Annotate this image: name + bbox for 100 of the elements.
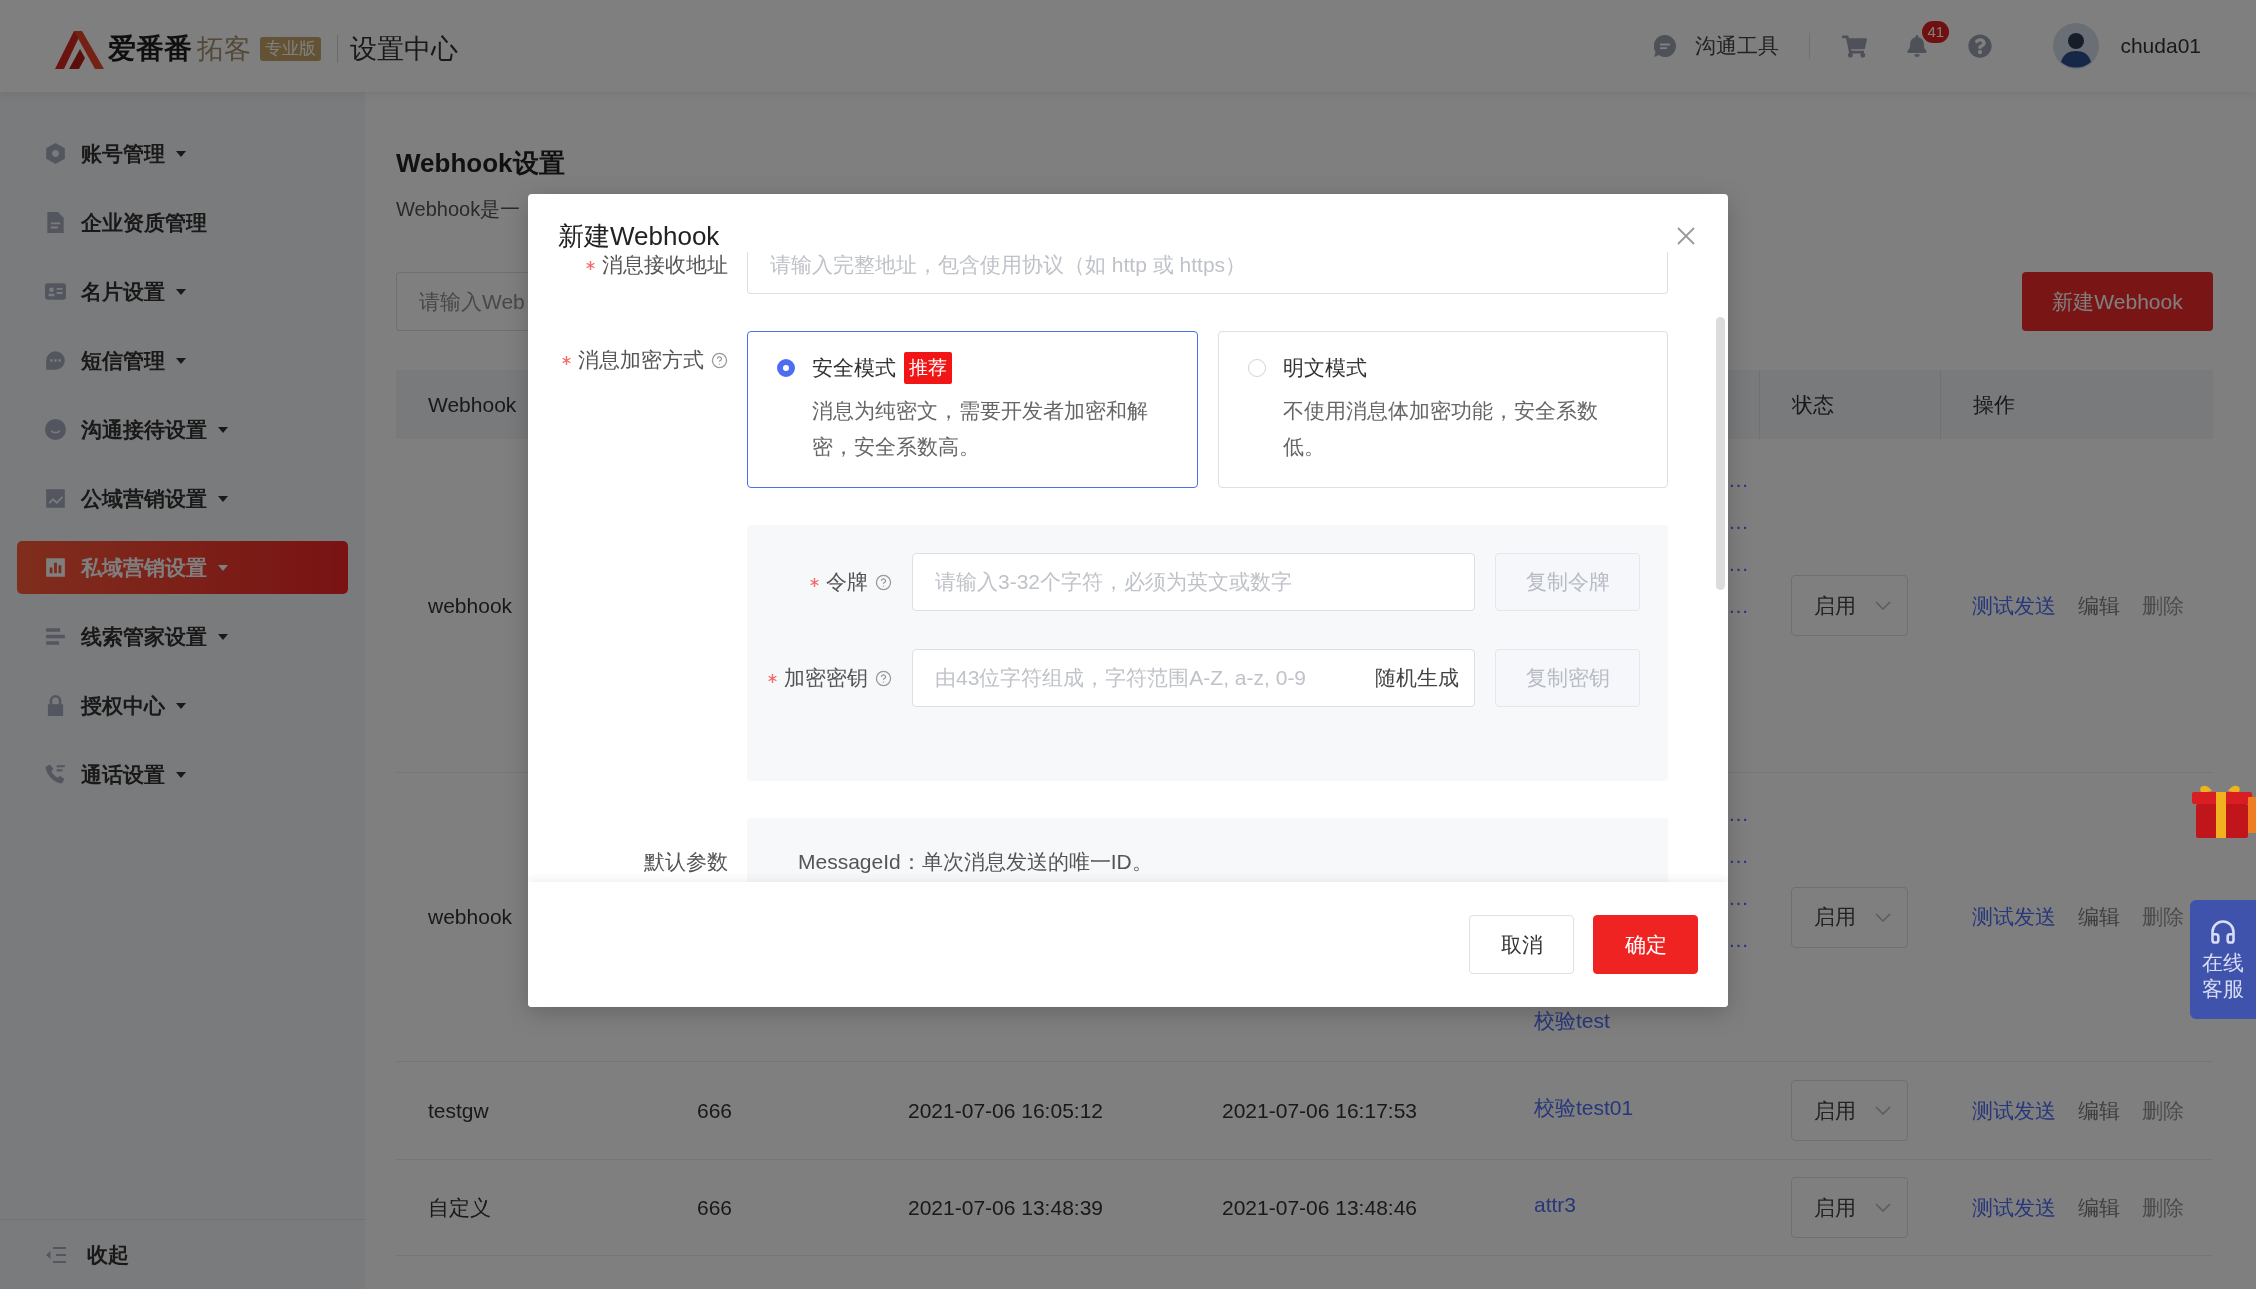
status-select[interactable]: 启用 [1791,886,1908,948]
table-cell: 666 [697,1195,733,1220]
column-header: Webhook [428,392,517,417]
table-link[interactable]: 校验test [1534,1007,1610,1035]
notification-badge: 41 [1922,21,1950,43]
bell-icon[interactable] [1906,35,1929,57]
new-webhook-button[interactable]: 新建Webhook [2022,272,2213,331]
table-cell: webhook [428,905,513,929]
page-title: Webhook设置 [396,148,565,178]
option-title: 明文模式 [1282,355,1367,381]
sidebar-item[interactable]: 公域营销设置 [17,472,348,525]
random-generate-link[interactable]: 随机生成 [1375,664,1459,692]
table-cell: 666 [697,1098,733,1123]
collapse-icon [45,1245,67,1264]
truncated-link-text[interactable]: … [1728,835,1749,877]
chat-bubble-icon [45,350,66,371]
sidebar-item[interactable]: 授权中心 [17,679,348,732]
confirm-button[interactable]: 确定 [1593,915,1698,974]
input-field[interactable]: 请输入3-32个字符，必须为英文或数字 [912,553,1475,611]
table-link[interactable]: 校验test01 [1534,1093,1634,1122]
truncated-link-text[interactable]: … [1728,877,1749,919]
logo-icon [55,29,104,69]
table-cell: webhook [428,593,513,618]
scrollbar-thumb[interactable] [1716,317,1725,590]
action-link[interactable]: 编辑 [2078,591,2120,620]
form-label: 消息加密方式 [578,347,704,373]
form-label: 消息接收地址 [602,252,728,278]
user-name[interactable]: chuda01 [2120,34,2201,58]
truncated-link-text[interactable]: … [1728,919,1749,961]
radio-card[interactable]: 安全模式 推荐 消息为纯密文，需要开发者加密和解密，安全系数高。 [747,331,1198,488]
action-link[interactable]: 测试发送 [1972,903,2056,931]
option-description: 不使用消息体加密功能，安全系数低。 [1282,398,1599,460]
radio-card[interactable]: 明文模式 不使用消息体加密功能，安全系数低。 [1217,331,1668,488]
table-link[interactable]: attr3 [1534,1190,1577,1219]
list-icon [45,626,66,647]
parameter-description: MessageId：单次消息发送的唯一ID。 [798,850,1153,873]
sidebar-item[interactable]: 线索管家设置 [17,610,348,663]
avatar-icon[interactable] [2053,23,2100,69]
help-icon[interactable] [1968,34,1993,58]
cart-icon[interactable] [1842,33,1868,59]
action-link[interactable]: 测试发送 [1972,1096,2056,1125]
radio-button[interactable] [777,359,795,377]
input-field[interactable]: 请输入完整地址，包含使用协议（如 http 或 https） [747,252,1668,294]
cancel-button[interactable]: 取消 [1469,915,1574,974]
option-title: 安全模式 [812,355,896,381]
truncated-link-text[interactable]: … [1728,501,1749,543]
table-cell: 2021-07-06 16:05:12 [908,1098,1103,1123]
table-cell: 2021-07-06 16:17:53 [1222,1098,1417,1123]
bar-chart-icon [45,557,66,578]
lock-icon [45,695,66,716]
truncated-link-text[interactable]: … [1728,459,1749,501]
brand-name: 爱番番 [108,32,192,66]
sidebar-item[interactable]: 私域营销设置 [17,541,348,594]
help-icon[interactable] [875,669,892,687]
id-card-icon [45,281,66,302]
action-link[interactable]: 测试发送 [1972,1193,2056,1222]
phone-icon [45,764,66,785]
table-cell: 2021-07-06 13:48:46 [1222,1195,1417,1220]
sidebar-item[interactable]: 短信管理 [17,334,348,387]
online-service-button[interactable]: 在线客服 [2190,900,2256,1019]
edition-badge: 专业版 [260,37,321,61]
chevron-down-icon [1875,1203,1891,1212]
table-cell-text: 自定义 [428,1194,491,1221]
search-field[interactable]: 请输入Web [396,272,528,331]
action-link[interactable]: 编辑 [2078,1193,2120,1222]
truncated-link-text[interactable]: … [1728,793,1749,835]
form-label: 默认参数 [644,849,728,875]
status-select[interactable]: 启用 [1791,575,1908,636]
table-cell: testgw [428,1098,489,1123]
section-title: 设置中心 [350,33,458,66]
table-cell: 2021-07-06 13:48:39 [908,1195,1103,1220]
document-icon [45,212,66,233]
column-header: 状态 [1792,391,1834,418]
chat-bubble-icon [1654,35,1677,57]
smiley-icon [45,419,66,440]
line-chart-icon [45,488,66,509]
chevron-down-icon [1875,601,1891,610]
sidebar-item[interactable]: 通话设置 [17,748,348,801]
status-select[interactable]: 启用 [1791,1080,1908,1141]
form-label: 加密密钥 [784,665,868,691]
chevron-down-icon [1875,912,1891,922]
help-icon[interactable] [711,351,728,369]
headset-icon [2209,917,2237,946]
chevron-down-icon [1875,1106,1891,1115]
option-description: 消息为纯密文，需要开发者加密和解密，安全系数高。 [812,398,1149,460]
sidebar-item[interactable]: 企业资质管理 [17,196,348,249]
action-link[interactable]: 测试发送 [1972,591,2056,620]
sidebar-item[interactable]: 沟通接待设置 [17,403,348,456]
truncated-link-text[interactable]: … [1728,543,1749,585]
status-select[interactable]: 启用 [1791,1177,1908,1238]
chat-tools-button[interactable]: 沟通工具 [1654,32,1780,60]
action-link[interactable]: 编辑 [2078,903,2120,931]
action-link[interactable]: 编辑 [2078,1096,2120,1125]
help-icon[interactable] [875,573,892,591]
sidebar-item[interactable]: 名片设置 [17,265,348,318]
sidebar-item[interactable]: 账号管理 [17,127,348,180]
close-icon[interactable] [1677,227,1695,245]
form-label: 令牌 [826,569,868,595]
truncated-link-text[interactable]: … [1728,585,1749,627]
page-description: Webhook是一 [396,197,521,221]
